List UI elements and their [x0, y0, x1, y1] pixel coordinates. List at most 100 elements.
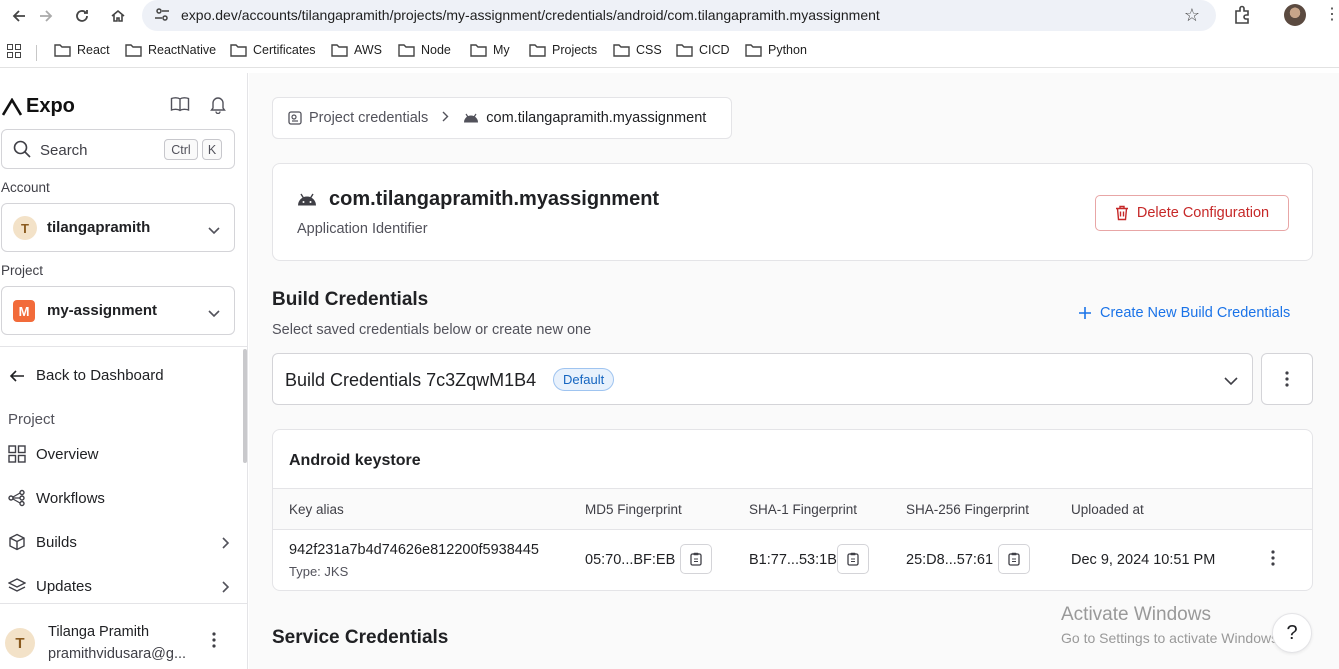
bookmark-projects[interactable]: Projects: [529, 43, 597, 57]
bookmark-certificates[interactable]: Certificates: [230, 43, 316, 57]
avatar: T: [5, 628, 35, 658]
bookmark-react[interactable]: React: [54, 43, 110, 57]
project-initial-badge: M: [13, 300, 35, 322]
search-placeholder: Search: [40, 142, 88, 159]
user-email: pramithvidusara@g...: [48, 646, 187, 662]
expo-logo[interactable]: Expo: [2, 95, 75, 118]
md5-fingerprint: 05:70...BF:EB: [585, 552, 676, 568]
folder-icon: [125, 44, 142, 57]
build-credentials-heading: Build Credentials: [272, 289, 429, 310]
address-bar[interactable]: expo.dev/accounts/tilangapramith/project…: [142, 0, 1216, 31]
kebab-icon: [1285, 371, 1289, 387]
sidebar-search-input[interactable]: Search Ctrl K: [1, 129, 235, 169]
project-label: Project: [1, 263, 44, 278]
bookmark-python[interactable]: Python: [745, 43, 807, 57]
bookmark-aws[interactable]: AWS: [331, 43, 382, 57]
notifications-bell-icon[interactable]: [208, 94, 228, 119]
url-text: expo.dev/accounts/tilangapramith/project…: [181, 7, 880, 23]
breadcrumb-current: com.tilangapramith.myassignment: [463, 110, 706, 126]
credentials-icon: [288, 111, 302, 125]
breadcrumb-current-label: com.tilangapramith.myassignment: [486, 110, 707, 126]
default-badge: Default: [553, 368, 615, 391]
user-account-area[interactable]: T Tilanga Pramith pramithvidusara@g...: [0, 603, 247, 669]
plus-icon: [1079, 307, 1091, 319]
sha1-fingerprint: B1:77...53:1B: [749, 552, 837, 568]
sidebar-divider: [0, 346, 247, 347]
bookmark-cicd[interactable]: CICD: [676, 43, 730, 57]
copy-sha256-button[interactable]: [998, 544, 1030, 574]
android-keystore-card: Android keystore Key alias MD5 Fingerpri…: [272, 429, 1313, 591]
app-identifier: com.tilangapramith.myassignment: [329, 188, 660, 210]
profile-avatar[interactable]: [1284, 4, 1306, 26]
folder-icon: [398, 44, 415, 57]
create-label: Create New Build Credentials: [1100, 305, 1291, 321]
build-credentials-description: Select saved credentials below or create…: [272, 322, 592, 338]
bookmark-node[interactable]: Node: [398, 43, 451, 57]
column-header: SHA-1 Fingerprint: [749, 502, 858, 517]
sidebar-item-overview[interactable]: Overview: [8, 445, 230, 463]
site-settings-icon[interactable]: [153, 6, 171, 29]
browser-toolbar: expo.dev/accounts/tilangapramith/project…: [0, 0, 1339, 32]
grid-icon: [8, 445, 26, 463]
breadcrumb-project-credentials[interactable]: Project credentials: [288, 110, 428, 126]
chevron-right-icon: [222, 536, 230, 553]
project-selector[interactable]: M my-assignment: [1, 286, 235, 335]
keystore-type: Type: JKS: [289, 564, 349, 579]
folder-icon: [745, 44, 762, 57]
bookmark-my[interactable]: My: [470, 43, 510, 57]
shortcut-k: K: [202, 139, 222, 160]
build-credentials-select[interactable]: Build Credentials 7c3ZqwM1B4 Default: [272, 353, 1253, 405]
sidebar-item-builds[interactable]: Builds: [8, 533, 230, 551]
keystore-table-header: Key alias MD5 Fingerprint SHA-1 Fingerpr…: [273, 488, 1312, 530]
extensions-icon[interactable]: [1231, 4, 1253, 31]
sidebar-item-label: Builds: [36, 533, 77, 551]
sidebar-item-updates[interactable]: Updates: [8, 577, 230, 595]
bookmark-reactnative[interactable]: ReactNative: [125, 43, 216, 57]
account-selector[interactable]: T tilangapramith: [1, 203, 235, 252]
credentials-more-button[interactable]: [1261, 353, 1313, 405]
folder-icon: [230, 44, 247, 57]
help-button[interactable]: ?: [1272, 613, 1312, 653]
arrow-left-icon: [9, 369, 24, 382]
copy-md5-button[interactable]: [680, 544, 712, 574]
delete-configuration-button[interactable]: Delete Configuration: [1095, 195, 1289, 231]
column-header: MD5 Fingerprint: [585, 502, 682, 517]
app-identifier-title: com.tilangapramith.myassignment: [297, 188, 659, 211]
keystore-title: Android keystore: [289, 452, 421, 469]
folder-icon: [470, 44, 487, 57]
apps-grid-icon[interactable]: [7, 44, 21, 63]
reload-icon[interactable]: [69, 4, 95, 28]
copy-sha1-button[interactable]: [837, 544, 869, 574]
breadcrumb: Project credentials com.tilangapramith.m…: [272, 97, 732, 139]
bookmark-star-icon[interactable]: ☆: [1184, 5, 1200, 26]
clipboard-icon: [690, 552, 702, 566]
project-name: my-assignment: [47, 302, 158, 319]
back-arrow-icon[interactable]: [6, 4, 32, 28]
docs-book-icon[interactable]: [170, 96, 190, 117]
trash-icon: [1115, 205, 1128, 221]
home-icon[interactable]: [105, 4, 131, 28]
create-build-credentials-button[interactable]: Create New Build Credentials: [1079, 305, 1290, 321]
bookmark-label: React: [77, 43, 110, 57]
search-icon: [13, 140, 31, 163]
back-to-dashboard-link[interactable]: Back to Dashboard: [8, 367, 230, 384]
forward-arrow-icon[interactable]: [33, 4, 59, 28]
chevron-down-icon: [1224, 373, 1238, 391]
user-menu-kebab-icon[interactable]: [212, 632, 216, 653]
bookmarks-bar: React ReactNative Certificates AWS Node …: [0, 36, 1339, 68]
main-content: Project credentials com.tilangapramith.m…: [249, 73, 1339, 669]
box-icon: [9, 533, 25, 551]
delete-label: Delete Configuration: [1136, 205, 1270, 221]
browser-menu-icon[interactable]: ⋮: [1324, 5, 1339, 25]
windows-activation-watermark: Activate Windows Go to Settings to activ…: [1061, 604, 1282, 646]
layers-icon: [8, 578, 26, 592]
nav-section-project: Project: [8, 411, 55, 428]
folder-icon: [676, 44, 693, 57]
sidebar: Expo Search Ctrl K Account T tilangapram…: [0, 73, 248, 669]
row-kebab-icon[interactable]: [1271, 550, 1275, 571]
sidebar-scrollbar[interactable]: [243, 349, 247, 463]
sidebar-item-workflows[interactable]: Workflows: [8, 489, 230, 507]
clipboard-icon: [1008, 552, 1020, 566]
column-header: SHA-256 Fingerprint: [906, 502, 1030, 517]
bookmark-css[interactable]: CSS: [613, 43, 662, 57]
